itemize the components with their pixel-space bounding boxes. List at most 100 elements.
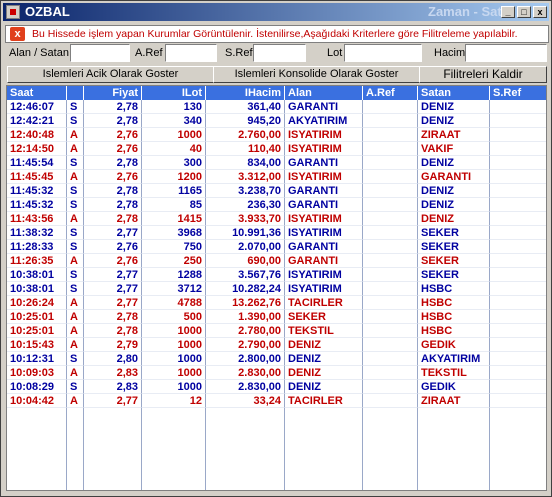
cell-lot: 3712 — [142, 282, 206, 296]
cell-alan: DENIZ — [285, 366, 363, 380]
table-row[interactable]: 10:26:24 A 2,77 4788 13.262,76 TACIRLER HSBC — [7, 296, 546, 310]
header-hacim[interactable]: IHacim — [206, 86, 285, 100]
table-row[interactable]: 11:45:54 S 2,78 300 834,00 GARANTI DENIZ — [7, 156, 546, 170]
table-row[interactable]: 11:45:45 A 2,76 1200 3.312,00 ISYATIRIM GARANT… — [7, 170, 546, 184]
cell-aref — [363, 338, 418, 352]
table-row[interactable]: 10:09:03 A 2,83 1000 2.830,00 DENIZ TEKSTIL — [7, 366, 546, 380]
table-row[interactable]: 11:26:35 A 2,76 250 690,00 GARANTI SEKER — [7, 254, 546, 268]
cell-sref — [490, 114, 546, 128]
minimize-button[interactable]: _ — [501, 6, 515, 18]
table-row[interactable] — [7, 464, 546, 478]
cell-saat: 10:25:01 — [7, 324, 67, 338]
cell-hacim: 1.390,00 — [206, 310, 285, 324]
table-row[interactable] — [7, 408, 546, 422]
cell-fiyat: 2,78 — [84, 184, 142, 198]
cell-satan: GARANTI — [418, 170, 490, 184]
cell-fiyat: 2,83 — [84, 380, 142, 394]
cell-fiyat: 2,77 — [84, 268, 142, 282]
cell-sref — [490, 296, 546, 310]
cell-hacim: 2.830,00 — [206, 366, 285, 380]
hacim-input[interactable] — [465, 44, 547, 62]
table-row[interactable] — [7, 478, 546, 490]
cell-lot: 85 — [142, 198, 206, 212]
header-satan[interactable]: Satan — [418, 86, 490, 100]
table-row[interactable]: 10:08:29 S 2,83 1000 2.830,00 DENIZ GEDIK — [7, 380, 546, 394]
empty-cell — [7, 422, 67, 436]
table-row[interactable]: 12:40:48 A 2,76 1000 2.760,00 ISYATIRIM ZIRAAT — [7, 128, 546, 142]
empty-cell — [67, 450, 84, 464]
header-side[interactable] — [67, 86, 84, 100]
cell-fiyat: 2,76 — [84, 254, 142, 268]
header-fiyat[interactable]: Fiyat — [84, 86, 142, 100]
close-button[interactable]: x — [533, 6, 547, 18]
table-row[interactable]: 11:45:32 S 2,78 85 236,30 GARANTI DENIZ — [7, 198, 546, 212]
cell-hacim: 13.262,76 — [206, 296, 285, 310]
cell-fiyat: 2,76 — [84, 142, 142, 156]
alan-satan-input[interactable] — [70, 44, 130, 62]
show-open-trades-button[interactable]: Islemleri Acik Olarak Goster — [7, 66, 214, 83]
cell-aref — [363, 212, 418, 226]
cell-alan: GARANTI — [285, 198, 363, 212]
cell-fiyat: 2,83 — [84, 366, 142, 380]
table-row[interactable]: 10:38:01 S 2,77 1288 3.567,76 ISYATIRIM SEKER — [7, 268, 546, 282]
cell-sref — [490, 394, 546, 408]
table-row[interactable]: 10:25:01 A 2,78 1000 2.780,00 TEKSTIL HSBC — [7, 324, 546, 338]
table-row[interactable]: 12:46:07 S 2,78 130 361,40 GARANTI DENIZ — [7, 100, 546, 114]
table-row[interactable]: 12:14:50 A 2,76 40 110,40 ISYATIRIM VAKIF — [7, 142, 546, 156]
window-subtitle: Zaman - Satis — [428, 4, 513, 19]
maximize-button[interactable]: □ — [517, 6, 531, 18]
cell-fiyat: 2,77 — [84, 394, 142, 408]
table-row[interactable]: 10:15:43 A 2,79 1000 2.790,00 DENIZ GEDIK — [7, 338, 546, 352]
close-info-icon[interactable]: x — [10, 27, 25, 41]
title-bar[interactable]: OZBAL Zaman - Satis _ □ x — [3, 3, 549, 21]
show-consolidated-trades-button[interactable]: Islemleri Konsolide Olarak Goster — [213, 66, 420, 83]
cell-lot: 1000 — [142, 366, 206, 380]
table-row[interactable]: 11:38:32 S 2,77 3968 10.991,36 ISYATIRIM SEKER — [7, 226, 546, 240]
table-row[interactable] — [7, 450, 546, 464]
table-row[interactable]: 11:43:56 A 2,78 1415 3.933,70 ISYATIRIM DENIZ — [7, 212, 546, 226]
cell-fiyat: 2,76 — [84, 170, 142, 184]
cell-aref — [363, 296, 418, 310]
cell-side: A — [67, 254, 84, 268]
header-sref[interactable]: S.Ref — [490, 86, 546, 100]
empty-cell — [285, 422, 363, 436]
cell-lot: 130 — [142, 100, 206, 114]
header-lot[interactable]: ILot — [142, 86, 206, 100]
header-aref[interactable]: A.Ref — [363, 86, 418, 100]
header-alan[interactable]: Alan — [285, 86, 363, 100]
cell-satan: SEKER — [418, 268, 490, 282]
table-row[interactable] — [7, 436, 546, 450]
cell-saat: 12:46:07 — [7, 100, 67, 114]
empty-cell — [67, 478, 84, 490]
table-row[interactable]: 10:04:42 A 2,77 12 33,24 TACIRLER ZIRAAT — [7, 394, 546, 408]
aref-input[interactable] — [165, 44, 217, 62]
table-row[interactable]: 10:25:01 A 2,78 500 1.390,00 SEKER HSBC — [7, 310, 546, 324]
header-saat[interactable]: Saat — [7, 86, 67, 100]
cell-alan: GARANTI — [285, 184, 363, 198]
trades-table[interactable]: Saat Fiyat ILot IHacim Alan A.Ref Satan … — [6, 85, 547, 491]
cell-lot: 1000 — [142, 352, 206, 366]
cell-lot: 4788 — [142, 296, 206, 310]
cell-lot: 1000 — [142, 128, 206, 142]
cell-hacim: 2.790,00 — [206, 338, 285, 352]
sref-input[interactable] — [253, 44, 306, 62]
cell-hacim: 3.567,76 — [206, 268, 285, 282]
clear-filters-button[interactable]: Filitreleri Kaldir — [419, 66, 547, 83]
empty-cell — [206, 422, 285, 436]
cell-fiyat: 2,78 — [84, 310, 142, 324]
table-row[interactable]: 11:45:32 S 2,78 1165 3.238,70 GARANTI DENIZ — [7, 184, 546, 198]
table-row[interactable]: 10:38:01 S 2,77 3712 10.282,24 ISYATIRIM HSBC — [7, 282, 546, 296]
lot-input[interactable] — [344, 44, 422, 62]
cell-side: A — [67, 324, 84, 338]
cell-aref — [363, 366, 418, 380]
empty-cell — [67, 422, 84, 436]
cell-sref — [490, 212, 546, 226]
cell-satan: DENIZ — [418, 198, 490, 212]
cell-lot: 750 — [142, 240, 206, 254]
table-row[interactable] — [7, 422, 546, 436]
cell-lot: 300 — [142, 156, 206, 170]
table-row[interactable]: 11:28:33 S 2,76 750 2.070,00 GARANTI SEKER — [7, 240, 546, 254]
table-row[interactable]: 10:12:31 S 2,80 1000 2.800,00 DENIZ AKYATIRIM — [7, 352, 546, 366]
table-header: Saat Fiyat ILot IHacim Alan A.Ref Satan … — [7, 86, 546, 100]
table-row[interactable]: 12:42:21 S 2,78 340 945,20 AKYATIRIM DENIZ — [7, 114, 546, 128]
